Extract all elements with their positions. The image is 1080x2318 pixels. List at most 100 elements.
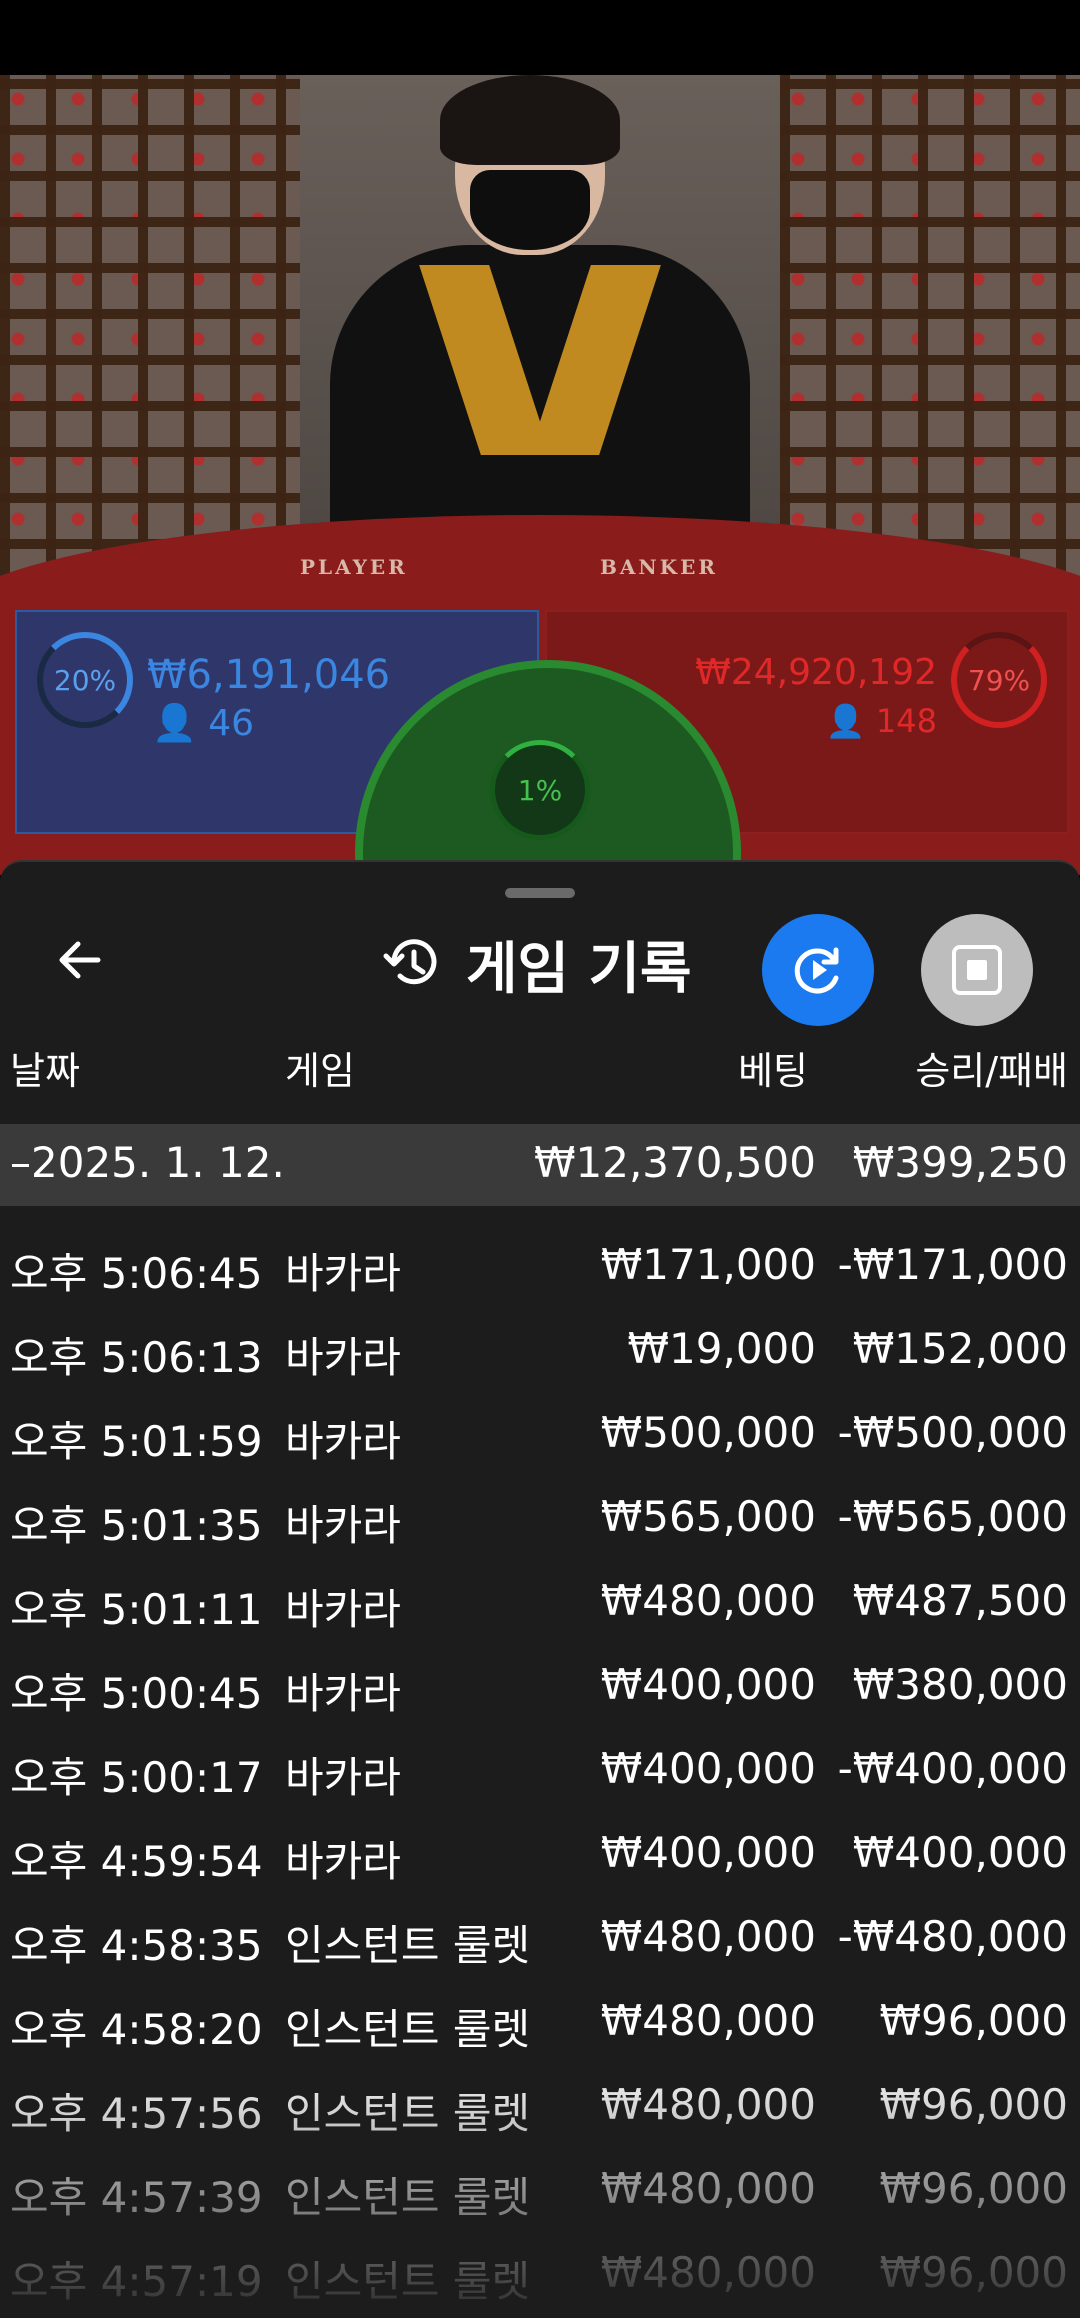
person-icon: 👤 — [152, 703, 197, 744]
column-game: 게임 — [285, 1049, 355, 1093]
row-bet: ₩171,000 — [600, 1240, 816, 1289]
row-game: 바카라 — [285, 1669, 401, 1718]
history-list[interactable]: 오후 5:06:45 바카라 ₩171,000 -₩171,000 오후 5:06:13… — [0, 1230, 1080, 2318]
row-time: 오후 4:57:39 — [10, 2173, 263, 2222]
table-row[interactable]: 오후 5:06:45 바카라 ₩171,000 -₩171,000 — [0, 1230, 1080, 1314]
row-time: 오후 4:57:19 — [10, 2257, 263, 2306]
row-winloss: -₩400,000 — [837, 1744, 1068, 1793]
row-bet: ₩400,000 — [600, 1828, 816, 1877]
table-row[interactable]: 오후 5:01:11 바카라 ₩480,000 ₩487,500 — [0, 1566, 1080, 1650]
player-amount: ₩6,191,046 — [147, 652, 391, 698]
table-row[interactable]: 오후 5:01:35 바카라 ₩565,000 -₩565,000 — [0, 1482, 1080, 1566]
sheet-header: 게임 기록 — [380, 924, 692, 1004]
row-game: 바카라 — [285, 1837, 401, 1886]
player-percent: 20% — [53, 663, 117, 697]
column-date: 날짜 — [10, 1049, 80, 1093]
row-game: 인스턴트 룰렛 — [285, 2089, 531, 2138]
row-game: 인스턴트 룰렛 — [285, 1921, 531, 1970]
dealer-mask — [470, 170, 590, 250]
row-time: 오후 5:06:45 — [10, 1249, 263, 1298]
row-time: 오후 4:58:20 — [10, 2005, 263, 2054]
table-row[interactable]: 오후 5:06:13 바카라 ₩19,000 ₩152,000 — [0, 1314, 1080, 1398]
row-time: 오후 5:00:45 — [10, 1669, 263, 1718]
sheet-drag-handle[interactable] — [505, 888, 575, 898]
table-row[interactable]: 오후 4:57:39 인스턴트 룰렛 ₩480,000 ₩96,000 — [0, 2154, 1080, 2238]
table-row[interactable]: 오후 4:58:35 인스턴트 룰렛 ₩480,000 -₩480,000 — [0, 1902, 1080, 1986]
player-count: 46 — [208, 703, 255, 744]
row-bet: ₩565,000 — [600, 1492, 816, 1541]
row-bet: ₩480,000 — [600, 2248, 816, 2297]
row-bet: ₩480,000 — [600, 1576, 816, 1625]
table-label-player: PLAYER — [300, 555, 408, 579]
row-game: 바카라 — [285, 1249, 401, 1298]
row-time: 오후 4:57:56 — [10, 2089, 263, 2138]
column-winloss: 승리/패배 — [915, 1049, 1068, 1093]
banker-amount: ₩24,920,192 — [695, 652, 937, 693]
lattice-screen-right — [780, 75, 1080, 595]
banker-percent: 79% — [967, 663, 1031, 697]
row-bet: ₩480,000 — [600, 2164, 816, 2213]
row-winloss: ₩96,000 — [879, 2248, 1069, 2297]
row-time: 오후 5:01:59 — [10, 1417, 263, 1466]
row-bet: ₩500,000 — [600, 1408, 816, 1457]
replay-button[interactable] — [762, 914, 874, 1026]
row-bet: ₩400,000 — [600, 1660, 816, 1709]
summary-winloss: ₩399,250 — [852, 1138, 1068, 1187]
banker-count: 148 — [875, 702, 937, 740]
row-game: 바카라 — [285, 1417, 401, 1466]
history-icon — [383, 939, 437, 985]
game-history-sheet: 게임 기록 날짜 게임 베팅 승리/패배 –2025. 1. 12. ₩12,3… — [0, 860, 1080, 2318]
table-row[interactable]: 오후 4:58:20 인스턴트 룰렛 ₩480,000 ₩96,000 — [0, 1986, 1080, 2070]
row-time: 오후 5:01:35 — [10, 1501, 263, 1550]
row-bet: ₩480,000 — [600, 2080, 816, 2129]
person-icon: 👤 — [825, 702, 866, 740]
row-time: 오후 5:06:13 — [10, 1333, 263, 1382]
tie-percent: 1% — [517, 773, 563, 807]
arrow-left-icon — [59, 941, 101, 979]
row-bet: ₩480,000 — [600, 1996, 816, 2045]
row-game: 인스턴트 룰렛 — [285, 2173, 531, 2222]
row-game: 인스턴트 룰렛 — [285, 2005, 531, 2054]
row-game: 바카라 — [285, 1753, 401, 1802]
row-bet: ₩19,000 — [627, 1324, 817, 1373]
row-winloss: -₩500,000 — [837, 1408, 1068, 1457]
table-row[interactable]: 오후 5:00:45 바카라 ₩400,000 ₩380,000 — [0, 1650, 1080, 1734]
row-winloss: ₩96,000 — [879, 2080, 1069, 2129]
row-game: 바카라 — [285, 1501, 401, 1550]
lattice-screen-left — [0, 75, 300, 595]
row-time: 오후 4:58:35 — [10, 1921, 263, 1970]
summary-bet: ₩12,370,500 — [533, 1138, 816, 1187]
banker-percent-ring: 79% — [951, 632, 1047, 728]
row-winloss: ₩96,000 — [879, 2164, 1069, 2213]
row-time: 오후 5:00:17 — [10, 1753, 263, 1802]
column-bet: 베팅 — [738, 1049, 808, 1093]
banker-count-row: 👤 148 — [826, 702, 937, 740]
status-bar — [0, 0, 1080, 75]
row-bet: ₩480,000 — [600, 1912, 816, 1961]
row-time: 오후 5:01:11 — [10, 1585, 263, 1634]
stop-icon — [952, 945, 1002, 995]
player-percent-ring: 20% — [37, 632, 133, 728]
replay-icon — [794, 947, 839, 994]
page-title: 게임 기록 — [466, 936, 692, 1002]
row-game: 바카라 — [285, 1333, 401, 1382]
date-group-row[interactable]: –2025. 1. 12. ₩12,370,500 ₩399,250 — [0, 1124, 1080, 1206]
table-row[interactable]: 오후 5:00:17 바카라 ₩400,000 -₩400,000 — [0, 1734, 1080, 1818]
row-winloss: -₩480,000 — [837, 1912, 1068, 1961]
back-button[interactable] — [40, 920, 120, 1000]
table-row[interactable]: 오후 5:01:59 바카라 ₩500,000 -₩500,000 — [0, 1398, 1080, 1482]
row-game: 바카라 — [285, 1585, 401, 1634]
stop-button[interactable] — [921, 914, 1033, 1026]
table-row[interactable]: 오후 4:59:54 바카라 ₩400,000 ₩400,000 — [0, 1818, 1080, 1902]
row-winloss: ₩152,000 — [852, 1324, 1068, 1373]
row-winloss: ₩380,000 — [852, 1660, 1068, 1709]
table-label-banker: BANKER — [600, 555, 718, 579]
table-row[interactable]: 오후 4:57:56 인스턴트 룰렛 ₩480,000 ₩96,000 — [0, 2070, 1080, 2154]
table-header: 날짜 게임 베팅 승리/패배 — [0, 1040, 1080, 1100]
row-winloss: -₩171,000 — [837, 1240, 1068, 1289]
table-row[interactable]: 오후 4:57:19 인스턴트 룰렛 ₩480,000 ₩96,000 — [0, 2238, 1080, 2318]
summary-date: –2025. 1. 12. — [10, 1138, 285, 1187]
row-game: 인스턴트 룰렛 — [285, 2257, 531, 2306]
row-winloss: ₩487,500 — [852, 1576, 1068, 1625]
row-time: 오후 4:59:54 — [10, 1837, 263, 1886]
